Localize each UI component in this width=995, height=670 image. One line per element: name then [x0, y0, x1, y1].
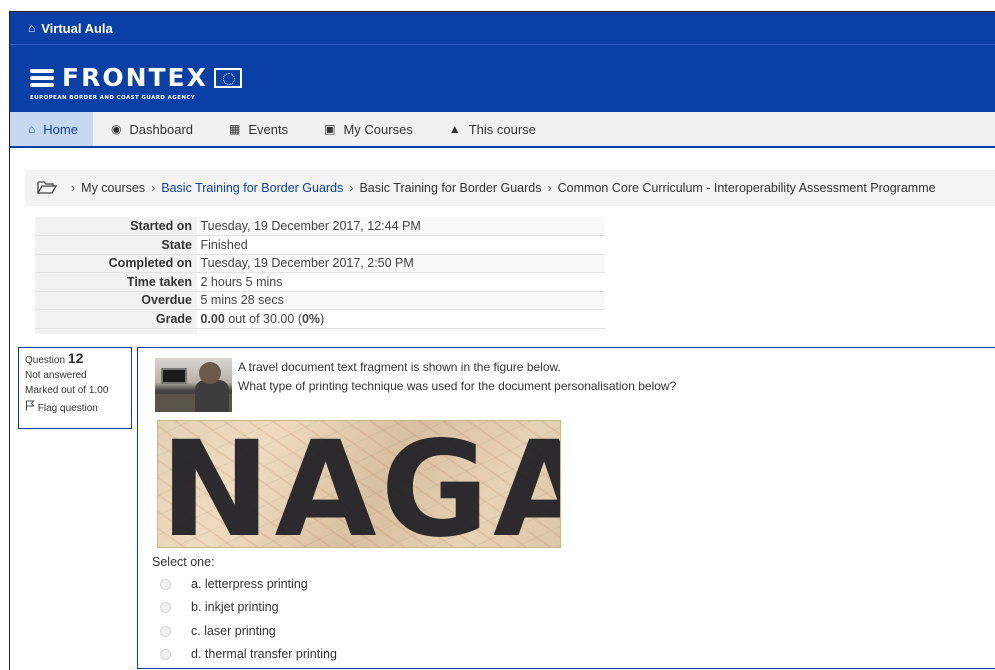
- nav-this-course-label: This course: [468, 121, 536, 137]
- completed-on-value: Tuesday, 19 December 2017, 2:50 PM: [200, 256, 414, 271]
- breadcrumb-separator: ›: [349, 181, 354, 195]
- sitemap-icon: ▲: [448, 122, 461, 136]
- answer-option-label: b. inkjet printing: [191, 600, 279, 614]
- question-info-panel: Question 12 Not answered Marked out of 1…: [18, 347, 132, 429]
- summary-value: Tuesday, 19 December 2017, 2:50 PM: [197, 254, 605, 273]
- folder-icon: [37, 180, 58, 197]
- site-name-link[interactable]: Virtual Aula: [41, 21, 113, 36]
- breadcrumb-my-courses[interactable]: My courses: [81, 181, 145, 195]
- brand-banner: FRONTEX EUROPEAN BORDER AND COAST GUARD …: [10, 45, 995, 112]
- grade-score: 0.00: [200, 311, 225, 326]
- nav-home[interactable]: ⌂ Home: [10, 112, 93, 146]
- radio-button[interactable]: [160, 601, 171, 613]
- breadcrumb-separator: ›: [71, 181, 76, 195]
- answer-option-d[interactable]: d. thermal transfer printing: [160, 644, 337, 664]
- question-content-box: A travel document text fragment is shown…: [137, 347, 995, 669]
- question-status: Not answered: [25, 370, 87, 381]
- summary-label: Time taken: [35, 272, 197, 292]
- summary-row-cut: [35, 328, 605, 334]
- question-number-value: 12: [67, 350, 84, 366]
- question-text: A travel document text fragment is shown…: [238, 358, 676, 396]
- nav-dashboard-label: Dashboard: [129, 121, 194, 137]
- flag-question-label: Flag question: [37, 403, 98, 414]
- attempt-summary-table: Started on Tuesday, 19 December 2017, 12…: [35, 217, 605, 334]
- flag-icon: [25, 400, 35, 414]
- frontex-mark-icon: [30, 67, 54, 89]
- brand-tagline: EUROPEAN BORDER AND COAST GUARD AGENCY: [30, 95, 196, 101]
- question-marks: Marked out of 1.00: [25, 385, 109, 396]
- summary-row: State Finished: [35, 235, 605, 255]
- radio-button[interactable]: [160, 578, 171, 590]
- summary-row: Grade 0.00 out of 30.00 (0%): [35, 309, 605, 329]
- grade-value: 0.00 out of 30.00 (0%): [197, 309, 605, 329]
- nav-my-courses[interactable]: ▣ My Courses: [306, 112, 431, 146]
- calendar-icon: ▦: [229, 122, 241, 136]
- answer-option-c[interactable]: c. laser printing: [160, 621, 276, 641]
- select-one-label: Select one:: [152, 555, 215, 569]
- breadcrumb-course-link[interactable]: Basic Training for Border Guards: [161, 181, 343, 195]
- summary-value: Tuesday, 19 December 2017, 12:44 PM: [197, 217, 605, 236]
- summary-label: State: [35, 235, 197, 255]
- nav-events[interactable]: ▦ Events: [211, 112, 306, 146]
- grade-out-of: out of 30.00 (: [228, 311, 302, 326]
- summary-value: 5 mins 28 secs: [197, 291, 605, 310]
- browser-viewport: ⌂ Virtual Aula FRONTEX EUROPEAN BORDER A…: [9, 11, 995, 670]
- summary-row: Overdue 5 mins 28 secs: [35, 291, 605, 310]
- site-top-bar: ⌂ Virtual Aula: [10, 12, 995, 45]
- breadcrumb-separator: ›: [151, 181, 156, 195]
- summary-label: Grade: [35, 309, 197, 329]
- summary-row: Completed on Tuesday, 19 December 2017, …: [35, 254, 605, 273]
- question-text-line-1: A travel document text fragment is shown…: [238, 360, 561, 374]
- breadcrumb: › My courses › Basic Training for Border…: [25, 170, 995, 206]
- breadcrumb-separator: ›: [547, 181, 552, 195]
- document-fragment-text: NAGA: [160, 420, 561, 548]
- answer-option-a[interactable]: a. letterpress printing: [160, 574, 308, 594]
- flag-question-link[interactable]: Flag question: [25, 400, 125, 416]
- time-taken-value: 2 hours 5 mins: [200, 274, 283, 289]
- summary-label: Started on: [35, 217, 197, 236]
- answer-option-b[interactable]: b. inkjet printing: [160, 597, 279, 617]
- answer-option-label: a. letterpress printing: [191, 577, 308, 591]
- overdue-value: 5 mins 28 secs: [200, 293, 284, 308]
- document-fragment-image: NAGA: [157, 420, 561, 548]
- summary-row: Started on Tuesday, 19 December 2017, 12…: [35, 217, 605, 236]
- breadcrumb-quiz[interactable]: Common Core Curriculum - Interoperabilit…: [558, 181, 936, 195]
- home-icon: ⌂: [28, 21, 36, 35]
- frontex-logo[interactable]: FRONTEX EUROPEAN BORDER AND COAST GUARD …: [30, 63, 242, 101]
- dashboard-icon: ◉: [110, 122, 122, 136]
- state-value: Finished: [200, 237, 248, 252]
- answer-option-label: d. thermal transfer printing: [191, 647, 337, 661]
- summary-value: Finished: [197, 235, 605, 255]
- summary-row: Time taken 2 hours 5 mins: [35, 272, 605, 292]
- nav-events-label: Events: [248, 121, 289, 137]
- radio-button[interactable]: [160, 648, 171, 660]
- question-text-line-2: What type of printing technique was used…: [238, 379, 677, 393]
- summary-value: 2 hours 5 mins: [197, 272, 605, 292]
- nav-home-label: Home: [43, 121, 78, 137]
- eu-flag-icon: [213, 67, 242, 88]
- main-nav: ⌂ Home ◉ Dashboard ▦ Events ▣ My Courses…: [10, 112, 995, 148]
- nav-dashboard[interactable]: ◉ Dashboard: [93, 112, 211, 146]
- nav-this-course[interactable]: ▲ This course: [431, 112, 554, 146]
- breadcrumb-section[interactable]: Basic Training for Border Guards: [359, 181, 541, 195]
- grade-close: ): [320, 311, 325, 326]
- summary-label: Completed on: [35, 254, 197, 273]
- summary-label: Overdue: [35, 291, 197, 310]
- question-number: Question 12: [25, 351, 125, 368]
- grade-percent: 0%: [301, 311, 321, 326]
- brand-wordmark: FRONTEX: [62, 63, 208, 92]
- question-prefix: Question: [25, 355, 66, 366]
- started-on-value: Tuesday, 19 December 2017, 12:44 PM: [200, 219, 421, 233]
- nav-my-courses-label: My Courses: [343, 121, 413, 137]
- question-thumbnail-image: [155, 358, 232, 412]
- radio-button[interactable]: [160, 625, 171, 637]
- briefcase-icon: ▣: [324, 122, 336, 136]
- home-icon: ⌂: [28, 122, 36, 136]
- answer-option-label: c. laser printing: [191, 624, 276, 638]
